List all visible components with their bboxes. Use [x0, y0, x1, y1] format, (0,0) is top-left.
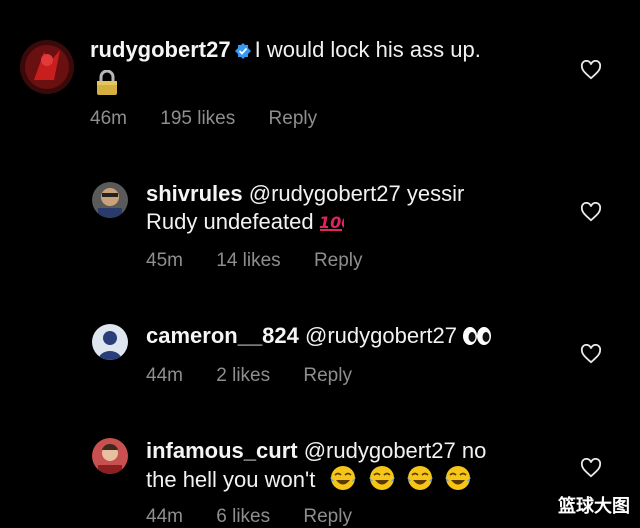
comment-text-line2: Rudy undefeated — [146, 209, 314, 234]
mention-link[interactable]: @rudygobert27 — [249, 181, 401, 206]
laughing-crying-icon — [329, 465, 357, 498]
comment-text: no — [461, 438, 487, 463]
username[interactable]: cameron__824 — [146, 323, 299, 348]
likes-count[interactable]: 2 likes — [216, 365, 270, 386]
username[interactable]: shivrules — [146, 181, 243, 206]
timestamp: 44m — [146, 365, 183, 386]
avatar[interactable] — [20, 40, 74, 94]
mention-link[interactable]: @rudygobert27 — [304, 438, 456, 463]
watermark: 篮球大图 — [558, 496, 630, 517]
hundred-points-icon: 100 — [318, 211, 352, 240]
mention-link[interactable]: @rudygobert27 — [305, 323, 457, 348]
likes-count[interactable]: 14 likes — [216, 250, 280, 271]
lock-icon — [96, 69, 118, 96]
username[interactable]: rudygobert27 — [90, 37, 231, 62]
timestamp: 46m — [90, 108, 127, 129]
heart-icon[interactable] — [580, 458, 602, 478]
heart-icon[interactable] — [580, 60, 602, 80]
avatar[interactable] — [92, 182, 128, 218]
avatar[interactable] — [92, 324, 128, 360]
heart-icon[interactable] — [580, 344, 602, 364]
comment-text: I would lock his ass up. — [254, 37, 481, 62]
comment-text-line2: the hell you won't — [146, 467, 316, 492]
laughing-crying-icon — [406, 465, 434, 498]
timestamp: 45m — [146, 250, 183, 271]
laughing-crying-icon — [444, 465, 472, 498]
avatar[interactable] — [92, 438, 128, 474]
eyes-icon — [461, 325, 493, 354]
likes-count[interactable]: 6 likes — [216, 506, 270, 527]
reply-button[interactable]: Reply — [303, 506, 352, 527]
reply-button[interactable]: Reply — [269, 108, 318, 129]
likes-count[interactable]: 195 likes — [160, 108, 235, 129]
comment-text: yessir — [406, 181, 465, 206]
reply-button[interactable]: Reply — [303, 365, 352, 386]
timestamp: 44m — [146, 506, 183, 527]
reply-button[interactable]: Reply — [314, 250, 363, 271]
heart-icon[interactable] — [580, 202, 602, 222]
laughing-crying-icon — [368, 465, 396, 498]
username[interactable]: infamous_curt — [146, 438, 298, 463]
verified-badge-icon — [234, 43, 251, 59]
